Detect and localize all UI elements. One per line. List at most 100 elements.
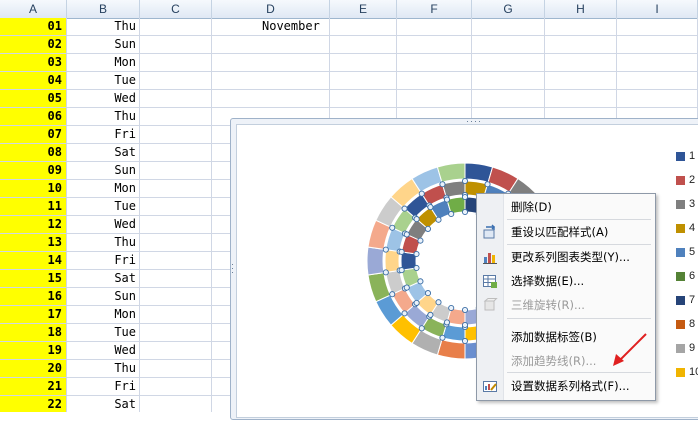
- cell-g4[interactable]: [472, 72, 545, 90]
- cell-e5[interactable]: [330, 90, 397, 108]
- cell-d3[interactable]: [212, 54, 330, 72]
- cell-c10[interactable]: [140, 180, 212, 198]
- cell-c11[interactable]: [140, 198, 212, 216]
- cell-a21[interactable]: 21: [0, 378, 67, 396]
- menu-item-change-chart-type[interactable]: 更改系列图表类型(Y)...: [477, 246, 655, 268]
- cell-a13[interactable]: 13: [0, 234, 67, 252]
- cell-c15[interactable]: [140, 270, 212, 288]
- cell-b18[interactable]: Tue: [67, 324, 140, 342]
- selection-handle[interactable]: [403, 284, 410, 291]
- chart-resize-handle-top[interactable]: ····: [466, 117, 482, 126]
- menu-item-delete[interactable]: 删除(D): [477, 196, 655, 218]
- cell-b14[interactable]: Fri: [67, 252, 140, 270]
- cell-b2[interactable]: Sun: [67, 36, 140, 54]
- cell-b21[interactable]: Fri: [67, 378, 140, 396]
- column-header-b[interactable]: B: [67, 0, 140, 18]
- cell-c5[interactable]: [140, 90, 212, 108]
- cell-i2[interactable]: [617, 36, 698, 54]
- cell-b6[interactable]: Thu: [67, 108, 140, 126]
- cell-c9[interactable]: [140, 162, 212, 180]
- column-header-c[interactable]: C: [140, 0, 212, 18]
- cell-c22[interactable]: [140, 396, 212, 412]
- cell-i5[interactable]: [617, 90, 698, 108]
- cell-f2[interactable]: [397, 36, 472, 54]
- cell-a4[interactable]: 04: [0, 72, 67, 90]
- cell-a8[interactable]: 08: [0, 144, 67, 162]
- column-header-d[interactable]: D: [212, 0, 330, 18]
- doughnut-slice[interactable]: [436, 162, 466, 183]
- cell-b11[interactable]: Tue: [67, 198, 140, 216]
- cell-e3[interactable]: [330, 54, 397, 72]
- cell-h1[interactable]: [545, 18, 617, 36]
- legend-item[interactable]: 8: [676, 318, 695, 332]
- cell-f5[interactable]: [397, 90, 472, 108]
- selection-handle[interactable]: [418, 325, 425, 332]
- selection-handle[interactable]: [461, 306, 469, 314]
- selection-handle[interactable]: [461, 193, 469, 201]
- selection-handle[interactable]: [398, 267, 405, 274]
- cell-b5[interactable]: Wed: [67, 90, 140, 108]
- cell-h2[interactable]: [545, 36, 617, 54]
- legend-item[interactable]: 3: [676, 198, 695, 212]
- legend-item[interactable]: 2: [676, 174, 695, 188]
- cell-e1[interactable]: [330, 18, 397, 36]
- cell-e4[interactable]: [330, 72, 397, 90]
- selection-handle[interactable]: [461, 321, 469, 329]
- menu-item-reset-style[interactable]: 重设以匹配样式(A): [477, 221, 655, 243]
- cell-b12[interactable]: Wed: [67, 216, 140, 234]
- cell-b9[interactable]: Sun: [67, 162, 140, 180]
- selection-handle[interactable]: [401, 205, 408, 212]
- cell-c2[interactable]: [140, 36, 212, 54]
- legend-item[interactable]: 1: [676, 150, 695, 164]
- cell-c7[interactable]: [140, 126, 212, 144]
- selection-handle[interactable]: [443, 196, 451, 203]
- cell-a15[interactable]: 15: [0, 270, 67, 288]
- selection-handle[interactable]: [439, 181, 446, 188]
- selection-handle[interactable]: [443, 319, 451, 326]
- selection-handle[interactable]: [382, 269, 389, 276]
- legend-item[interactable]: 9: [676, 342, 695, 356]
- context-menu[interactable]: 删除(D) 重设以匹配样式(A) 更改系列图表类型(Y)... 选择数据(E).…: [476, 193, 656, 401]
- cell-i1[interactable]: [617, 18, 698, 36]
- cell-g3[interactable]: [472, 54, 545, 72]
- selection-handle[interactable]: [413, 250, 420, 258]
- cell-a10[interactable]: 10: [0, 180, 67, 198]
- cell-b15[interactable]: Sat: [67, 270, 140, 288]
- cell-d2[interactable]: [212, 36, 330, 54]
- selection-handle[interactable]: [413, 299, 420, 306]
- cell-h5[interactable]: [545, 90, 617, 108]
- selection-handle[interactable]: [461, 208, 469, 216]
- cell-a6[interactable]: 06: [0, 108, 67, 126]
- cell-f3[interactable]: [397, 54, 472, 72]
- cell-c13[interactable]: [140, 234, 212, 252]
- cell-b10[interactable]: Mon: [67, 180, 140, 198]
- cell-c14[interactable]: [140, 252, 212, 270]
- cell-b19[interactable]: Wed: [67, 342, 140, 360]
- cell-d1[interactable]: November: [212, 18, 330, 36]
- cell-d5[interactable]: [212, 90, 330, 108]
- cell-b20[interactable]: Thu: [67, 360, 140, 378]
- cell-b13[interactable]: Thu: [67, 234, 140, 252]
- legend-item[interactable]: 7: [676, 294, 695, 308]
- cell-g1[interactable]: [472, 18, 545, 36]
- legend-item[interactable]: 4: [676, 222, 695, 236]
- cell-a2[interactable]: 02: [0, 36, 67, 54]
- legend-item[interactable]: 5: [676, 246, 695, 260]
- cell-a19[interactable]: 19: [0, 342, 67, 360]
- cell-a22[interactable]: 22: [0, 396, 67, 412]
- cell-c19[interactable]: [140, 342, 212, 360]
- selection-handle[interactable]: [461, 337, 469, 345]
- cell-a17[interactable]: 17: [0, 306, 67, 324]
- selection-handle[interactable]: [427, 311, 434, 318]
- selection-handle[interactable]: [389, 291, 396, 298]
- selection-handle[interactable]: [448, 210, 455, 218]
- selection-handle[interactable]: [382, 246, 389, 253]
- cell-a5[interactable]: 05: [0, 90, 67, 108]
- cell-a20[interactable]: 20: [0, 360, 67, 378]
- selection-handle[interactable]: [439, 334, 446, 341]
- cell-b16[interactable]: Sun: [67, 288, 140, 306]
- cell-i4[interactable]: [617, 72, 698, 90]
- cell-a3[interactable]: 03: [0, 54, 67, 72]
- cell-b3[interactable]: Mon: [67, 54, 140, 72]
- selection-handle[interactable]: [424, 225, 432, 232]
